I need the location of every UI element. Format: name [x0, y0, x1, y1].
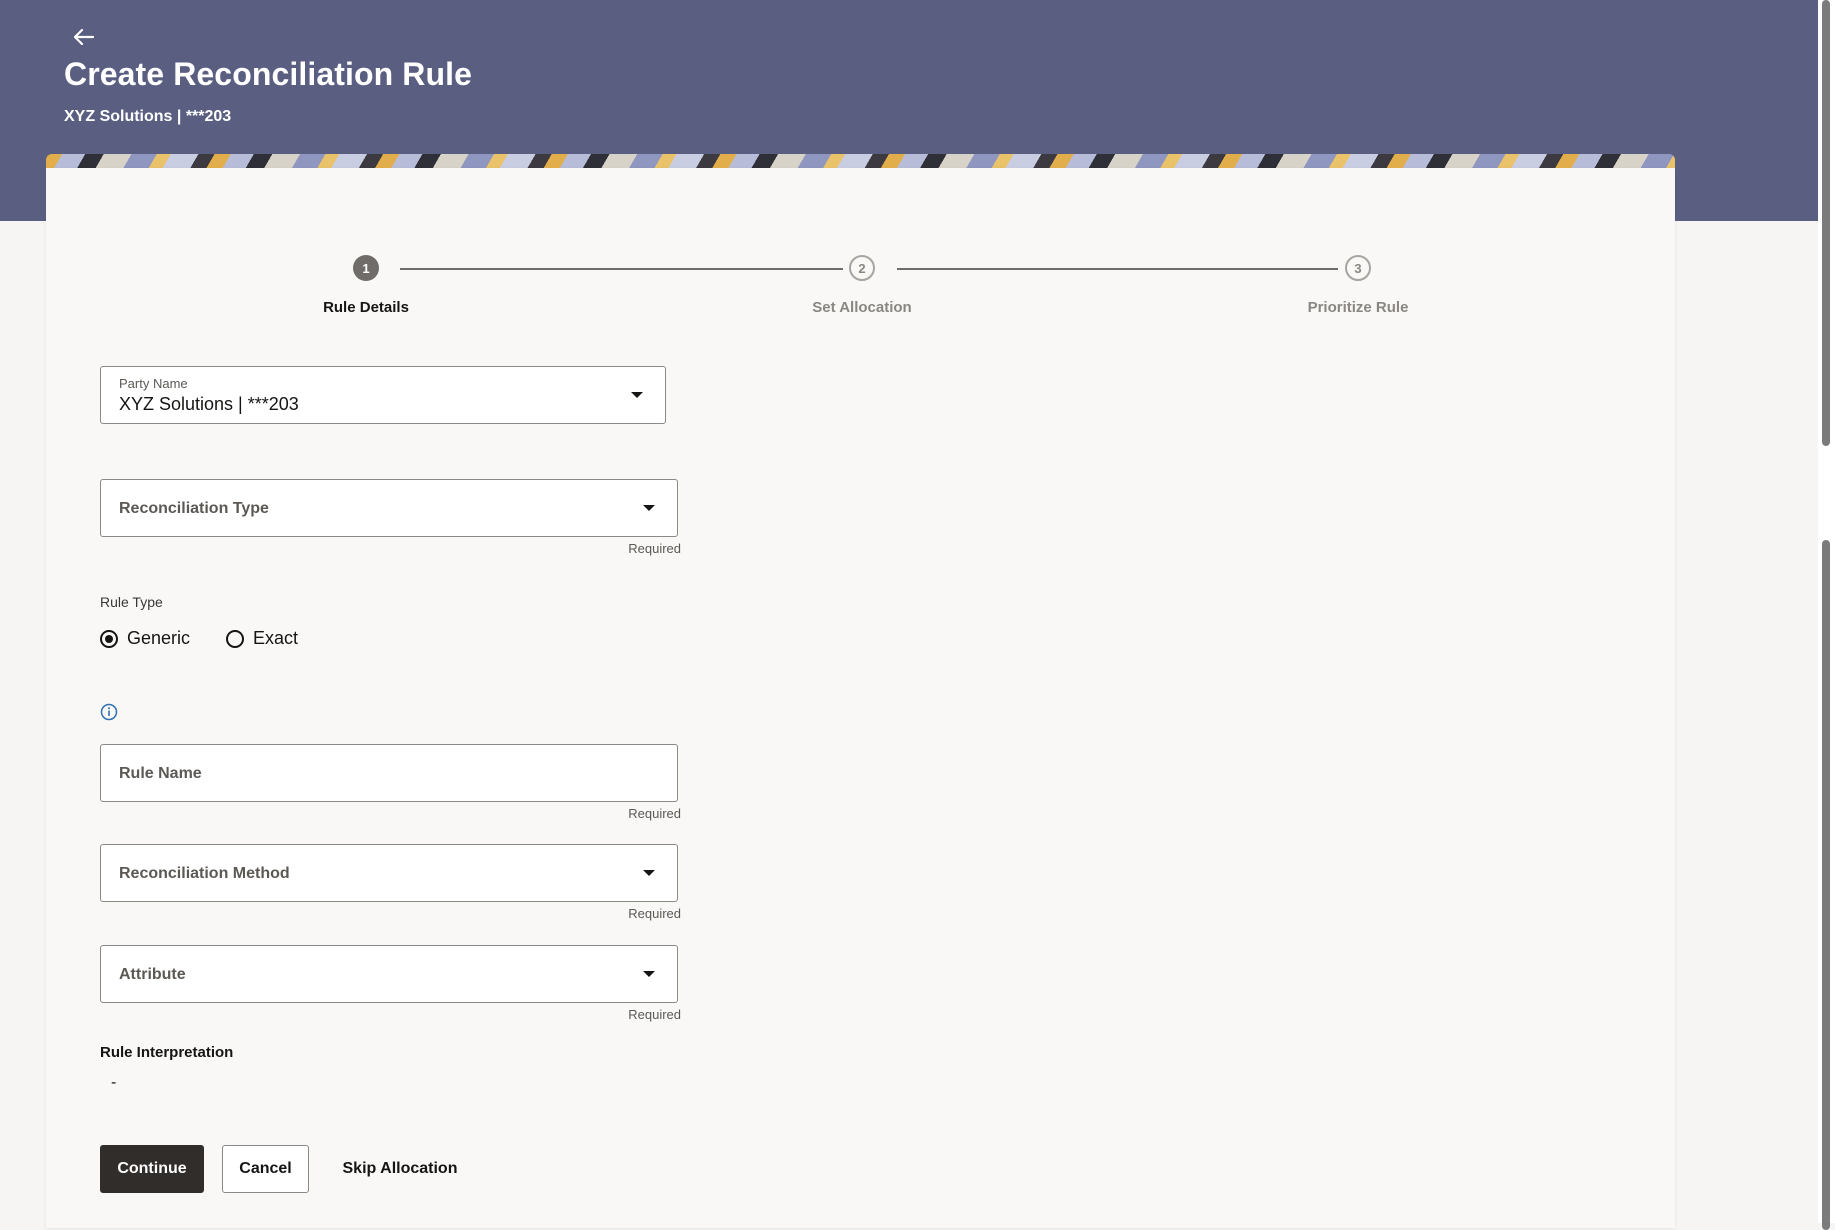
step-number: 3: [1354, 260, 1362, 276]
rule-type-radio-group: Generic Exact: [100, 628, 298, 649]
step-3-label: Prioritize Rule: [1307, 299, 1409, 316]
back-button[interactable]: [68, 22, 100, 52]
radio-exact[interactable]: Exact: [226, 628, 298, 649]
step-2-label: Set Allocation: [812, 299, 912, 316]
chevron-down-icon: [643, 971, 655, 977]
party-name-value: XYZ Solutions | ***203: [119, 394, 299, 414]
rule-name-placeholder: Rule Name: [119, 765, 202, 782]
reconciliation-type-placeholder: Reconciliation Type: [119, 500, 269, 517]
skip-allocation-button[interactable]: Skip Allocation: [330, 1145, 470, 1193]
step-number: 1: [362, 260, 370, 276]
party-name-select[interactable]: Party Name XYZ Solutions | ***203: [100, 366, 666, 424]
form-card: [46, 168, 1675, 1228]
scrollbar-thumb-outer[interactable]: [1822, 0, 1830, 446]
info-icon[interactable]: [100, 703, 118, 721]
step-1-indicator[interactable]: 1: [353, 255, 379, 281]
radio-generic[interactable]: Generic: [100, 628, 190, 649]
chevron-down-icon: [643, 505, 655, 511]
reconciliation-method-placeholder: Reconciliation Method: [119, 865, 290, 882]
reconciliation-type-select[interactable]: Reconciliation Type: [100, 479, 678, 537]
step-2-indicator[interactable]: 2: [849, 255, 875, 281]
step-3-indicator[interactable]: 3: [1345, 255, 1371, 281]
reconciliation-method-required: Required: [628, 906, 681, 921]
chevron-down-icon: [643, 870, 655, 876]
rule-name-input[interactable]: Rule Name: [100, 744, 678, 802]
scrollbar-thumb[interactable]: [1822, 540, 1830, 1230]
radio-exact-label: Exact: [253, 628, 299, 648]
rule-name-required: Required: [628, 806, 681, 821]
attribute-select[interactable]: Attribute: [100, 945, 678, 1003]
step-number: 2: [858, 260, 866, 276]
reconciliation-type-required: Required: [628, 541, 681, 556]
continue-button[interactable]: Continue: [100, 1145, 204, 1193]
stepper-connector: [897, 268, 1338, 270]
reconciliation-method-select[interactable]: Reconciliation Method: [100, 844, 678, 902]
radio-checked-icon: [100, 629, 118, 648]
attribute-placeholder: Attribute: [119, 966, 186, 983]
radio-generic-label: Generic: [127, 628, 191, 648]
rule-interpretation-label: Rule Interpretation: [100, 1044, 234, 1061]
arrow-left-icon: [74, 29, 94, 45]
radio-unchecked-icon: [226, 629, 245, 648]
cancel-button[interactable]: Cancel: [222, 1145, 309, 1193]
page-subtitle: XYZ Solutions | ***203: [64, 108, 232, 125]
decorative-banner: [46, 154, 1675, 168]
chevron-down-icon: [631, 392, 643, 398]
attribute-required: Required: [628, 1007, 681, 1022]
party-name-label: Party Name: [119, 376, 188, 391]
stepper-connector: [400, 268, 843, 270]
rule-interpretation-value: -: [111, 1074, 117, 1091]
rule-type-label: Rule Type: [100, 594, 163, 610]
step-1-label: Rule Details: [323, 299, 409, 316]
page-title: Create Reconciliation Rule: [64, 56, 473, 92]
